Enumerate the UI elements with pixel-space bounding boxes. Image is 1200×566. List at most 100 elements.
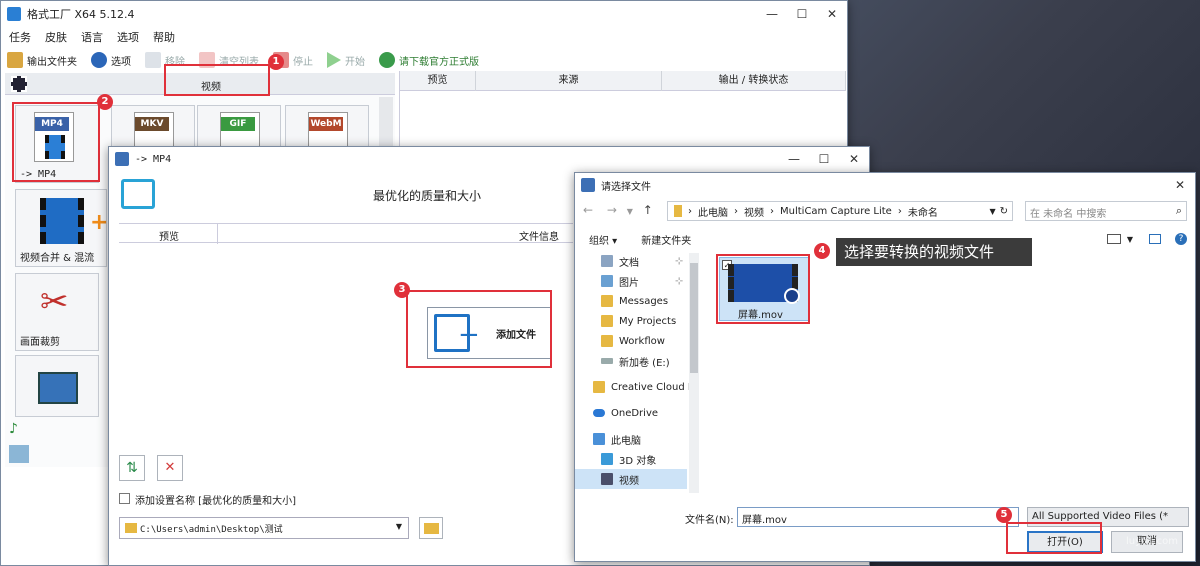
forward-arrow-icon[interactable]: → bbox=[607, 203, 617, 217]
save-setting-label: 添加设置名称 [最优化的质量和大小] bbox=[135, 496, 296, 507]
maximize-icon[interactable]: ☐ bbox=[787, 7, 817, 21]
nav-scrollbar[interactable] bbox=[689, 253, 699, 493]
step-badge-3: 3 bbox=[394, 282, 410, 298]
watermark: luyou.com bbox=[1126, 536, 1179, 547]
breadcrumb-unnamed[interactable]: 未命名 bbox=[908, 204, 938, 219]
remove-icon bbox=[145, 52, 161, 68]
file-dialog-controls: ✕ bbox=[1165, 178, 1195, 192]
video-format-icon bbox=[121, 179, 155, 209]
globe-icon bbox=[379, 52, 395, 68]
options-button[interactable]: 选项 bbox=[91, 52, 131, 68]
search-box[interactable]: 在 未命名 中搜索 ⌕ bbox=[1025, 201, 1187, 221]
close-icon[interactable]: ✕ bbox=[817, 7, 847, 21]
gear-icon bbox=[91, 52, 107, 68]
filename-label: 文件名(N): bbox=[685, 515, 734, 526]
menu-skin[interactable]: 皮肤 bbox=[45, 29, 67, 45]
folder-icon bbox=[674, 205, 682, 217]
browse-folder-button[interactable] bbox=[419, 517, 443, 539]
nav-scrollbar-thumb[interactable] bbox=[690, 263, 698, 373]
tool-other[interactable] bbox=[15, 355, 99, 417]
nav-workflow[interactable]: Workflow bbox=[601, 331, 665, 351]
main-window-controls: — ☐ ✕ bbox=[757, 7, 847, 21]
minimize-icon[interactable]: — bbox=[757, 7, 787, 21]
col-source[interactable]: 来源 bbox=[476, 71, 662, 91]
nav-documents[interactable]: 文档 ⊹ bbox=[601, 251, 683, 271]
nav-drive-e[interactable]: 新加卷 (E:) bbox=[601, 351, 670, 371]
nav-messages[interactable]: Messages bbox=[601, 291, 668, 311]
quality-label[interactable]: 最优化的质量和大小 bbox=[373, 187, 481, 204]
menu-task[interactable]: 任务 bbox=[9, 29, 31, 45]
col-file-info[interactable]: 文件信息 bbox=[519, 228, 559, 243]
chevron-down-icon[interactable]: ▼ bbox=[989, 207, 995, 216]
close-icon[interactable]: ✕ bbox=[1165, 178, 1195, 192]
highlight-mp4 bbox=[12, 102, 100, 182]
mp4-file-table-header: 预览 文件信息 bbox=[119, 223, 573, 244]
file-dialog: 请选择文件 ✕ ← → ▼ ↑ › 此电脑 › 视频 › MultiCam Ca… bbox=[574, 172, 1196, 562]
highlight-open-button bbox=[1006, 522, 1102, 554]
search-input[interactable]: 在 未命名 中搜索 bbox=[1030, 205, 1106, 220]
minimize-icon[interactable]: — bbox=[779, 152, 809, 166]
pin-icon: ⊹ bbox=[675, 255, 684, 267]
menu-options[interactable]: 选项 bbox=[117, 29, 139, 45]
tool-crop[interactable]: ✂ 画面裁剪 bbox=[15, 273, 99, 351]
preview-pane-icon[interactable] bbox=[1149, 234, 1161, 244]
file-type-value: All Supported Video Files (* bbox=[1032, 511, 1169, 522]
panel-scrollbar[interactable] bbox=[379, 97, 393, 147]
output-folder-button[interactable]: 输出文件夹 bbox=[7, 52, 77, 68]
breadcrumb: › 此电脑 › 视频 › MultiCam Capture Lite › 未命名… bbox=[667, 201, 1013, 221]
nav-videos[interactable]: 视频 bbox=[575, 469, 687, 489]
col-status[interactable]: 输出 / 转换状态 bbox=[662, 71, 846, 91]
chevron-down-icon[interactable]: ▼ bbox=[627, 207, 633, 216]
download-official-link[interactable]: 请下载官方正式版 bbox=[379, 52, 479, 68]
col-preview[interactable]: 预览 bbox=[159, 228, 179, 243]
chevron-down-icon: ▼ bbox=[395, 522, 402, 531]
menu-help[interactable]: 帮助 bbox=[153, 29, 175, 45]
nav-my-projects[interactable]: My Projects bbox=[601, 311, 676, 331]
up-arrow-icon[interactable]: ↑ bbox=[643, 203, 653, 217]
merge-icon bbox=[40, 198, 84, 244]
breadcrumb-pc[interactable]: 此电脑 bbox=[698, 204, 728, 219]
help-icon[interactable]: ? bbox=[1175, 233, 1187, 245]
folder-icon bbox=[601, 315, 613, 327]
table-header: 预览 来源 输出 / 转换状态 bbox=[400, 71, 846, 91]
tool-merge[interactable]: + 视频合并 & 混流 bbox=[15, 189, 108, 267]
delete-button[interactable]: ✕ bbox=[157, 455, 183, 481]
folder-icon bbox=[125, 523, 137, 533]
output-path-value: C:\Users\admin\Desktop\测试 bbox=[140, 525, 283, 535]
chevron-down-icon[interactable]: ▼ bbox=[1127, 235, 1133, 244]
view-icon[interactable] bbox=[1106, 234, 1121, 244]
save-setting-checkbox[interactable] bbox=[119, 493, 130, 504]
audio-category-icon[interactable]: ♪ bbox=[9, 421, 29, 439]
cloud-icon bbox=[593, 409, 605, 417]
nav-3d-objects[interactable]: 3D 对象 bbox=[601, 449, 656, 469]
back-arrow-icon[interactable]: ← bbox=[583, 203, 593, 217]
nav-creative-cloud[interactable]: Creative Cloud F bbox=[593, 377, 694, 397]
breadcrumb-multicam[interactable]: MultiCam Capture Lite bbox=[780, 206, 892, 217]
maximize-icon[interactable]: ☐ bbox=[809, 152, 839, 166]
drive-icon bbox=[601, 358, 613, 364]
step-badge-1: 1 bbox=[268, 54, 284, 70]
folder-icon bbox=[7, 52, 23, 68]
main-title: 格式工厂 X64 5.12.4 bbox=[27, 8, 135, 21]
sort-button[interactable]: ⇅ bbox=[119, 455, 145, 481]
main-toolbar: 输出文件夹 选项 移除 清空列表 停止 开始 请下载官方正式版 bbox=[1, 47, 847, 73]
image-category-icon[interactable] bbox=[9, 445, 29, 463]
breadcrumb-video[interactable]: 视频 bbox=[744, 204, 764, 219]
nav-pictures[interactable]: 图片 ⊹ bbox=[601, 271, 683, 291]
start-button[interactable]: 开始 bbox=[327, 52, 365, 68]
organize-menu[interactable]: 组织 ▾ bbox=[589, 232, 617, 247]
video-folder-icon bbox=[601, 473, 613, 485]
menu-language[interactable]: 语言 bbox=[81, 29, 103, 45]
new-folder-button[interactable]: 新建文件夹 bbox=[641, 232, 691, 247]
close-icon[interactable]: ✕ bbox=[839, 152, 869, 166]
callout-label: 选择要转换的视频文件 bbox=[836, 238, 1032, 266]
refresh-icon[interactable]: ↻ bbox=[1000, 206, 1008, 217]
col-preview[interactable]: 预览 bbox=[400, 71, 476, 91]
nav-onedrive[interactable]: OneDrive bbox=[593, 403, 658, 423]
mp4-app-icon bbox=[115, 152, 129, 166]
nav-this-pc[interactable]: 此电脑 bbox=[593, 429, 641, 449]
filename-input[interactable]: 屏幕.mov bbox=[737, 507, 1019, 527]
output-path-select[interactable]: C:\Users\admin\Desktop\测试 ▼ bbox=[119, 517, 409, 539]
pictures-icon bbox=[601, 275, 613, 287]
computer-icon bbox=[593, 433, 605, 445]
